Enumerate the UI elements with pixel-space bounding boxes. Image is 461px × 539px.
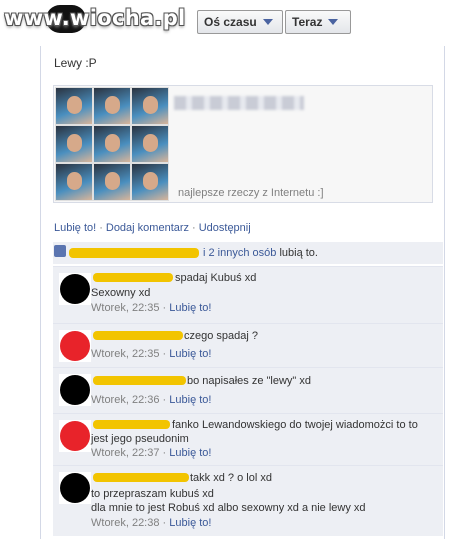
avatar-dot bbox=[60, 473, 90, 503]
comment-meta: Wtorek, 22:38 · Lubię to! bbox=[91, 517, 212, 529]
comment-time[interactable]: Wtorek, 22:37 bbox=[91, 447, 159, 459]
likes-bar: i 2 innych osób lubią to. bbox=[53, 242, 443, 264]
comment-text: takk xd ? o lol xd bbox=[190, 472, 272, 484]
comment-text: Sexowny xd bbox=[91, 287, 151, 299]
thumbnail-cell bbox=[131, 87, 169, 125]
avatar[interactable] bbox=[59, 472, 91, 504]
comment-time[interactable]: Wtorek, 22:35 bbox=[91, 348, 159, 360]
likes-text: i 2 innych osób lubią to. bbox=[203, 247, 318, 259]
comment-text: dla mnie to jest Robuś xd albo sexowny x… bbox=[91, 502, 366, 514]
comment: bo napisałes ze "lewy" xd Wtorek, 22:36 … bbox=[53, 367, 443, 413]
link-description: najlepsze rzeczy z Internetu :] bbox=[178, 187, 324, 199]
comment: spadaj Kubuś xd Sexowny xd Wtorek, 22:35… bbox=[53, 266, 443, 323]
top-bar: www.wiocha.pl Oś czasu Teraz bbox=[0, 0, 461, 46]
time-dropdown-label: Teraz bbox=[292, 15, 323, 29]
post-actions: Lubię to! · Dodaj komentarz · Udostępnij bbox=[41, 216, 444, 238]
separator-dot: · bbox=[192, 222, 196, 234]
thumbnail-cell bbox=[93, 125, 131, 163]
redaction-bar bbox=[69, 248, 199, 258]
comment-text: fanko Lewandowskiego do twojej wiadomożc… bbox=[172, 419, 418, 431]
avatar[interactable] bbox=[59, 330, 91, 362]
comment-text: jest jego pseudonim bbox=[91, 433, 189, 445]
redaction-bar bbox=[93, 273, 173, 282]
comment-text: bo napisałes ze "lewy" xd bbox=[187, 375, 311, 387]
redaction-bar bbox=[93, 420, 170, 429]
comment-text: spadaj Kubuś xd bbox=[175, 272, 257, 284]
comment-meta: Wtorek, 22:36 · Lubię to! bbox=[91, 394, 212, 406]
avatar[interactable] bbox=[59, 420, 91, 452]
comment-text: to przepraszam kubuś xd bbox=[91, 488, 214, 500]
thumbnail-cell bbox=[131, 125, 169, 163]
thumbnail-cell bbox=[55, 163, 93, 201]
avatar-dot bbox=[60, 274, 90, 304]
comment: takk xd ? o lol xd to przepraszam kubuś … bbox=[53, 465, 443, 536]
timeline-dropdown-label: Oś czasu bbox=[204, 15, 257, 29]
comment-like-link[interactable]: Lubię to! bbox=[169, 394, 211, 406]
avatar-dot bbox=[60, 421, 90, 451]
like-link[interactable]: Lubię to! bbox=[54, 222, 96, 234]
avatar-dot bbox=[60, 375, 90, 405]
share-link[interactable]: Udostępnij bbox=[199, 222, 251, 234]
watermark: www.wiocha.pl bbox=[4, 6, 186, 30]
thumbs-up-icon bbox=[54, 245, 66, 257]
comment-like-link[interactable]: Lubię to! bbox=[169, 447, 211, 459]
comment-meta: Wtorek, 22:35 · Lubię to! bbox=[91, 302, 212, 314]
comment-like-link[interactable]: Lubię to! bbox=[169, 348, 211, 360]
thumbnail-cell bbox=[93, 87, 131, 125]
comment-like-link[interactable]: Lubię to! bbox=[169, 302, 211, 314]
post: Lewy :P najlepsze rzeczy z Internetu :] … bbox=[40, 46, 445, 539]
thumbnail-cell bbox=[131, 163, 169, 201]
comment-link[interactable]: Dodaj komentarz bbox=[106, 222, 189, 234]
avatar-dot bbox=[60, 331, 90, 361]
comment-meta: Wtorek, 22:35 · Lubię to! bbox=[91, 348, 212, 360]
comment-like-link[interactable]: Lubię to! bbox=[169, 517, 211, 529]
timeline-dropdown[interactable]: Oś czasu bbox=[197, 10, 283, 34]
others-link[interactable]: i 2 innych osób bbox=[203, 247, 276, 259]
avatar[interactable] bbox=[59, 273, 91, 305]
comment: czego spadaj ? Wtorek, 22:35 · Lubię to! bbox=[53, 323, 443, 367]
chevron-down-icon bbox=[328, 19, 339, 25]
separator-dot: · bbox=[99, 222, 103, 234]
post-text: Lewy :P bbox=[54, 56, 97, 70]
link-preview[interactable]: najlepsze rzeczy z Internetu :] bbox=[53, 85, 433, 203]
comment-meta: Wtorek, 22:37 · Lubię to! bbox=[91, 447, 212, 459]
time-dropdown[interactable]: Teraz bbox=[285, 10, 351, 34]
comment-time[interactable]: Wtorek, 22:35 bbox=[91, 302, 159, 314]
redaction-bar bbox=[93, 376, 186, 385]
comment: fanko Lewandowskiego do twojej wiadomożc… bbox=[53, 413, 443, 465]
thumbnail-cell bbox=[55, 125, 93, 163]
link-description-wrap: najlepsze rzeczy z Internetu :] bbox=[178, 187, 324, 199]
comment-time[interactable]: Wtorek, 22:36 bbox=[91, 394, 159, 406]
comment-text: czego spadaj ? bbox=[184, 330, 258, 342]
redaction-bar bbox=[93, 331, 183, 340]
redaction-bar bbox=[93, 473, 189, 482]
blurred-link-title[interactable] bbox=[174, 96, 304, 110]
likes-suffix: lubią to. bbox=[279, 247, 318, 259]
chevron-down-icon bbox=[262, 19, 273, 25]
comment-time[interactable]: Wtorek, 22:38 bbox=[91, 517, 159, 529]
link-thumbnail[interactable] bbox=[55, 87, 169, 201]
avatar[interactable] bbox=[59, 374, 91, 406]
thumbnail-cell bbox=[93, 163, 131, 201]
thumbnail-cell bbox=[55, 87, 93, 125]
